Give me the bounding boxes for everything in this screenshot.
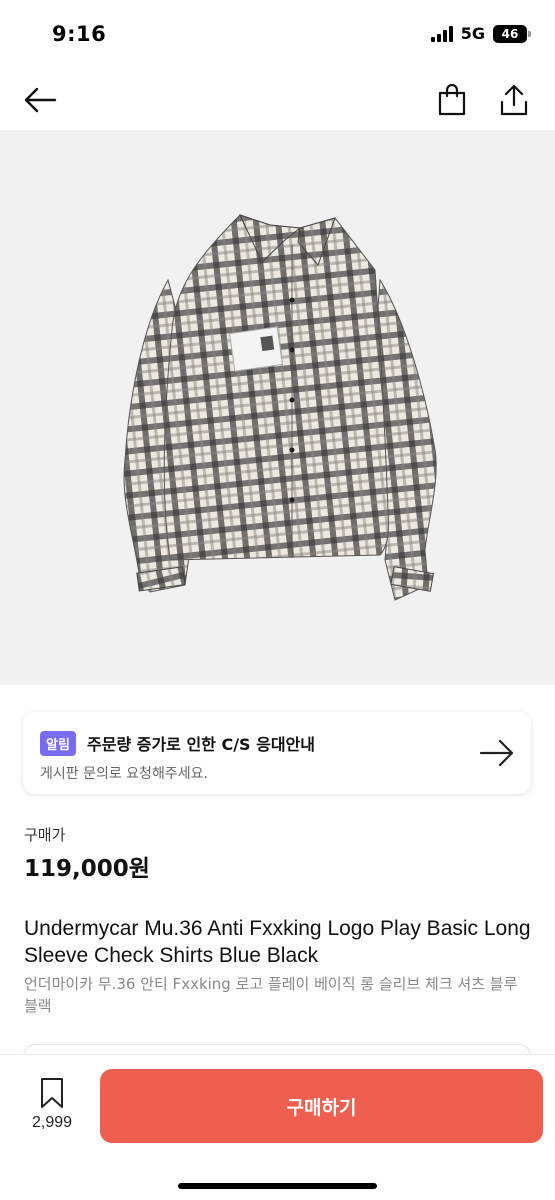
bookmark-icon — [41, 1078, 63, 1108]
status-time: 9:16 — [52, 22, 107, 46]
signal-icon — [430, 25, 453, 42]
price-value: 119,000원 — [24, 856, 150, 882]
product-title: Undermycar Mu.36 Anti Fxxking Logo Play … — [24, 917, 531, 967]
battery-icon: 46 — [493, 24, 531, 43]
notice-subtitle: 게시판 문의로 요청해주세요. — [40, 766, 208, 782]
battery-level: 46 — [501, 26, 519, 41]
wishlist-button[interactable]: 2,999 — [22, 1077, 82, 1137]
price-label: 구매가 — [24, 826, 66, 844]
home-indicator — [178, 1183, 377, 1189]
arrow-left-icon — [24, 87, 57, 113]
notice-badge: 알림 — [40, 731, 76, 756]
status-indicators: 5G 46 — [430, 24, 531, 43]
notice-card[interactable]: 알림 주문량 증가로 인한 C/S 응대안내 게시판 문의로 요청해주세요. — [23, 712, 531, 794]
notice-title: 주문량 증가로 인한 C/S 응대안내 — [87, 735, 316, 754]
plaid-shirt-illustration — [123, 214, 437, 601]
shopping-bag-icon — [438, 84, 466, 116]
share-icon — [500, 84, 528, 116]
wishlist-count: 2,999 — [31, 1114, 73, 1131]
product-image[interactable] — [0, 130, 555, 685]
bottom-action-bar: 2,999 구매하기 — [0, 1054, 555, 1200]
buy-button[interactable]: 구매하기 — [100, 1069, 543, 1143]
share-button[interactable] — [494, 80, 534, 120]
product-subtitle: 언더마이카 무.36 안티 Fxxking 로고 플레이 베이직 롱 슬리브 체… — [24, 975, 518, 1015]
network-type: 5G — [460, 24, 485, 43]
back-button[interactable] — [20, 80, 60, 120]
cart-button[interactable] — [432, 80, 472, 120]
status-bar: 9:16 5G 46 — [0, 0, 555, 70]
nav-bar — [0, 70, 555, 130]
arrow-right-icon — [479, 739, 514, 767]
